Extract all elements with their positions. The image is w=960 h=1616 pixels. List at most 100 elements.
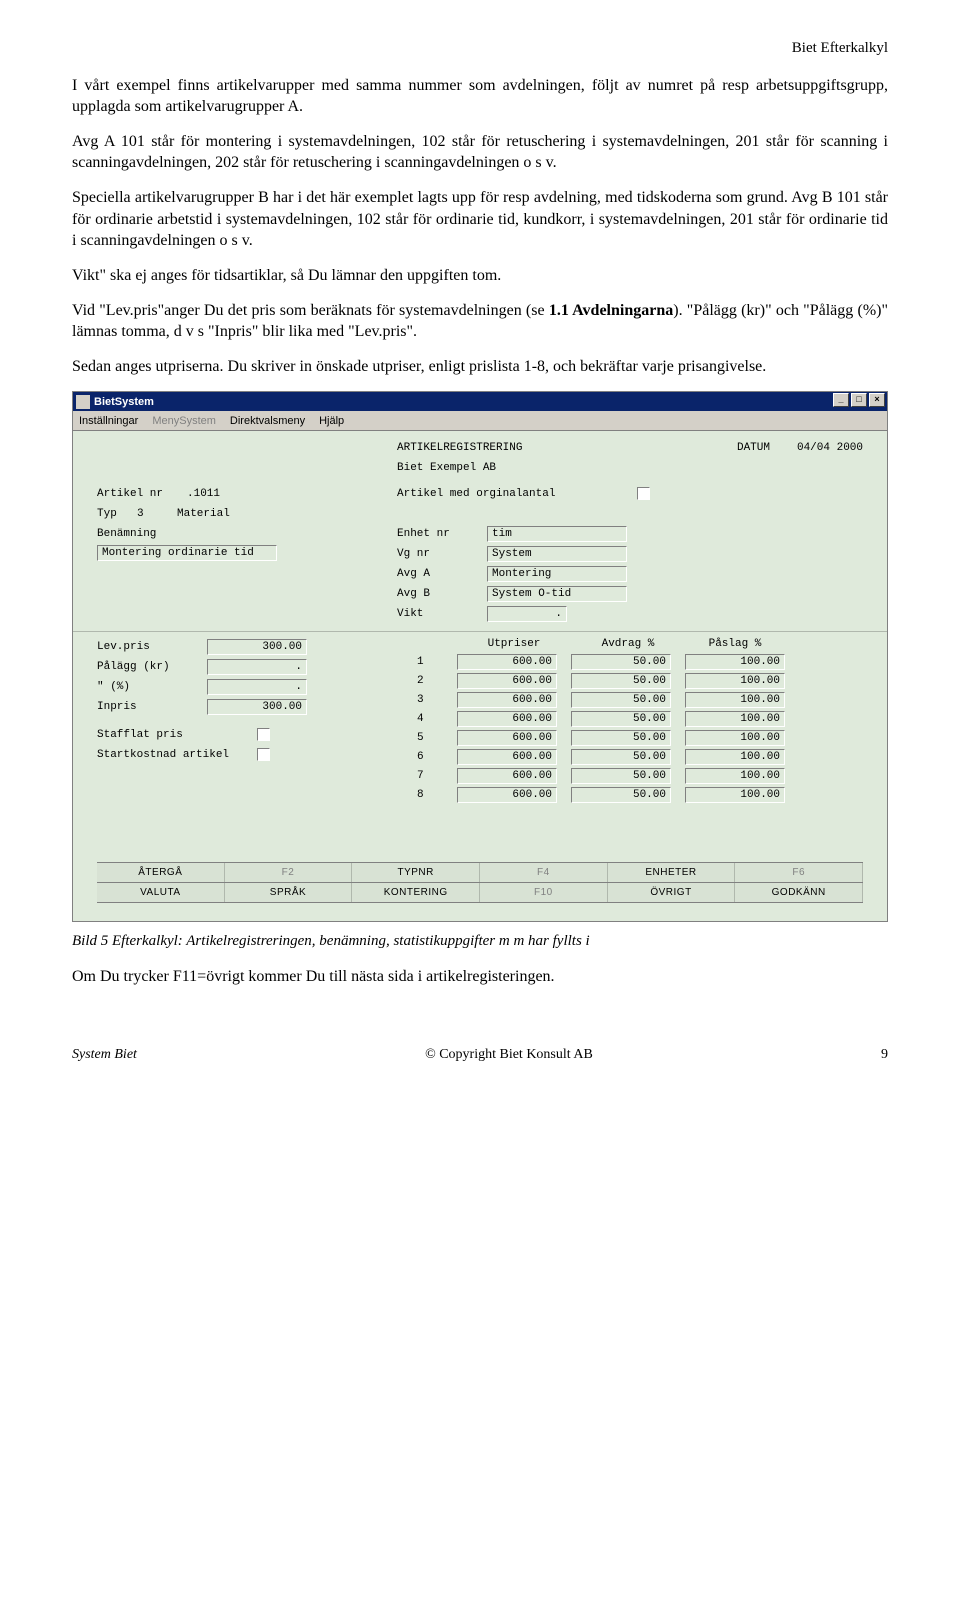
lbl-stafflat: Stafflat pris [97,729,257,741]
utpriser-field[interactable]: 600.00 [457,749,557,765]
inpris-field[interactable]: 300.00 [207,699,307,715]
typ-text: Material [177,508,230,520]
paslag-field[interactable]: 100.00 [685,654,785,670]
lbl-artikelnr: Artikel nr [97,488,187,500]
paslag-value: 100.00 [740,770,780,782]
utpriser-value: 600.00 [512,656,552,668]
titlebar-text: BietSystem [94,396,154,408]
utpriser-field[interactable]: 600.00 [457,711,557,727]
fkey-enheter[interactable]: ENHETER [608,863,736,882]
price-idx: 7 [417,770,457,782]
fkey-övrigt[interactable]: ÖVRIGT [608,883,736,902]
utpriser-field[interactable]: 600.00 [457,730,557,746]
lbl-enhet: Enhet nr [397,528,487,540]
fkey-valuta[interactable]: VALUTA [97,883,225,902]
price-row: 2600.0050.00100.00 [417,673,799,689]
price-row: 7 600.00 50.00 100.00 [417,768,799,784]
fkey-återgå[interactable]: ÅTERGÅ [97,863,225,882]
orginalantal-checkbox[interactable] [637,487,650,500]
startkost-checkbox[interactable] [257,748,270,761]
menu-menysystem: MenySystem [152,415,216,427]
avdrag-field[interactable]: 50.00 [571,692,671,708]
palaggkr-field[interactable]: . [207,659,307,675]
price-idx: 5 [417,732,457,744]
paslag-field[interactable]: 100.00 [685,787,785,803]
app-window: BietSystem _ □ × Inställningar MenySyste… [72,391,888,922]
price-row: 8600.0050.00100.00 [417,787,799,803]
price-idx: 6 [417,751,457,763]
avdrag-field[interactable]: 50.00 [571,673,671,689]
stafflat-checkbox[interactable] [257,728,270,741]
minimize-button[interactable]: _ [833,393,849,407]
fkey-godkänn[interactable]: GODKÄNN [735,883,863,902]
benamning-field[interactable]: Montering ordinarie tid [97,545,277,561]
avdrag-value: 50.00 [633,789,666,801]
utpriser-field[interactable]: 600.00 [457,692,557,708]
avga-field[interactable]: Montering [487,566,627,582]
avdrag-field[interactable]: 50.00 [571,654,671,670]
palaggpct-value: . [295,681,302,693]
date-value: 04/04 2000 [797,442,863,454]
footer-page: 9 [881,1047,888,1063]
enhet-field[interactable]: tim [487,526,627,542]
vg-field[interactable]: System [487,546,627,562]
paragraph-2: Avg A 101 står för montering i systemavd… [72,131,888,173]
palaggpct-field[interactable]: . [207,679,307,695]
avdrag-field[interactable]: 50.00 [571,711,671,727]
maximize-button[interactable]: □ [851,393,867,407]
utpriser-field[interactable]: 600.00 [457,673,557,689]
avdrag-value: 50.00 [633,656,666,668]
price-idx: 1 [417,656,457,668]
fkey-f6: F6 [735,863,863,882]
paslag-value: 100.00 [740,751,780,763]
price-row: 4600.0050.00100.00 [417,711,799,727]
fkey-kontering[interactable]: KONTERING [352,883,480,902]
paslag-field[interactable]: 100.00 [685,768,785,784]
utpriser-field[interactable]: 600.00 [457,787,557,803]
lbl-benamning: Benämning [97,528,156,540]
footer-left: System Biet [72,1047,137,1063]
lbl-vg: Vg nr [397,548,487,560]
paslag-value: 100.00 [740,675,780,687]
paslag-field[interactable]: 100.00 [685,730,785,746]
price-row: 6600.00 50.00 100.00 [417,749,799,765]
price-row: 5600.00 50.00 100.00 [417,730,799,746]
utpriser-value: 600.00 [512,770,552,782]
figure-caption: Bild 5 Efterkalkyl: Artikelregistreringe… [72,932,888,952]
paslag-value: 100.00 [740,694,780,706]
vikt-field[interactable]: . [487,606,567,622]
price-idx: 3 [417,694,457,706]
paslag-field[interactable]: 100.00 [685,673,785,689]
utpriser-value: 600.00 [512,789,552,801]
avgb-field[interactable]: System O-tid [487,586,627,602]
enhet-value: tim [492,528,512,540]
utpriser-field[interactable]: 600.00 [457,654,557,670]
price-row: 3 600.00 50.00 100.00 [417,692,799,708]
avdrag-field[interactable]: 50.00 [571,768,671,784]
paslag-field[interactable]: 100.00 [685,692,785,708]
benamning-value: Montering ordinarie tid [102,547,254,559]
levpris-field[interactable]: 300.00 [207,639,307,655]
menu-direktvalsmeny[interactable]: Direktvalsmeny [230,415,305,427]
avdrag-field[interactable]: 50.00 [571,730,671,746]
paslag-value: 100.00 [740,732,780,744]
menu-hjalp[interactable]: Hjälp [319,415,344,427]
close-button[interactable]: × [869,393,885,407]
utpriser-field[interactable]: 600.00 [457,768,557,784]
doc-header: Biet Efterkalkyl [72,40,888,57]
typ-value: 3 [137,508,177,520]
menu-installningar[interactable]: Inställningar [79,415,138,427]
paslag-field[interactable]: 100.00 [685,711,785,727]
lbl-inpris: Inpris [97,701,207,713]
utpriser-value: 600.00 [512,694,552,706]
paragraph-5: Vid "Lev.pris"anger Du det pris som berä… [72,300,888,342]
avdrag-value: 50.00 [633,713,666,725]
paslag-field[interactable]: 100.00 [685,749,785,765]
lbl-palaggkr: Pålägg (kr) [97,661,207,673]
fkey-typnr[interactable]: TYPNR [352,863,480,882]
avdrag-field[interactable]: 50.00 [571,749,671,765]
fkey-språk[interactable]: SPRÅK [225,883,353,902]
hdr-paslag: Påslag % [685,638,785,650]
paslag-value: 100.00 [740,713,780,725]
avdrag-field[interactable]: 50.00 [571,787,671,803]
